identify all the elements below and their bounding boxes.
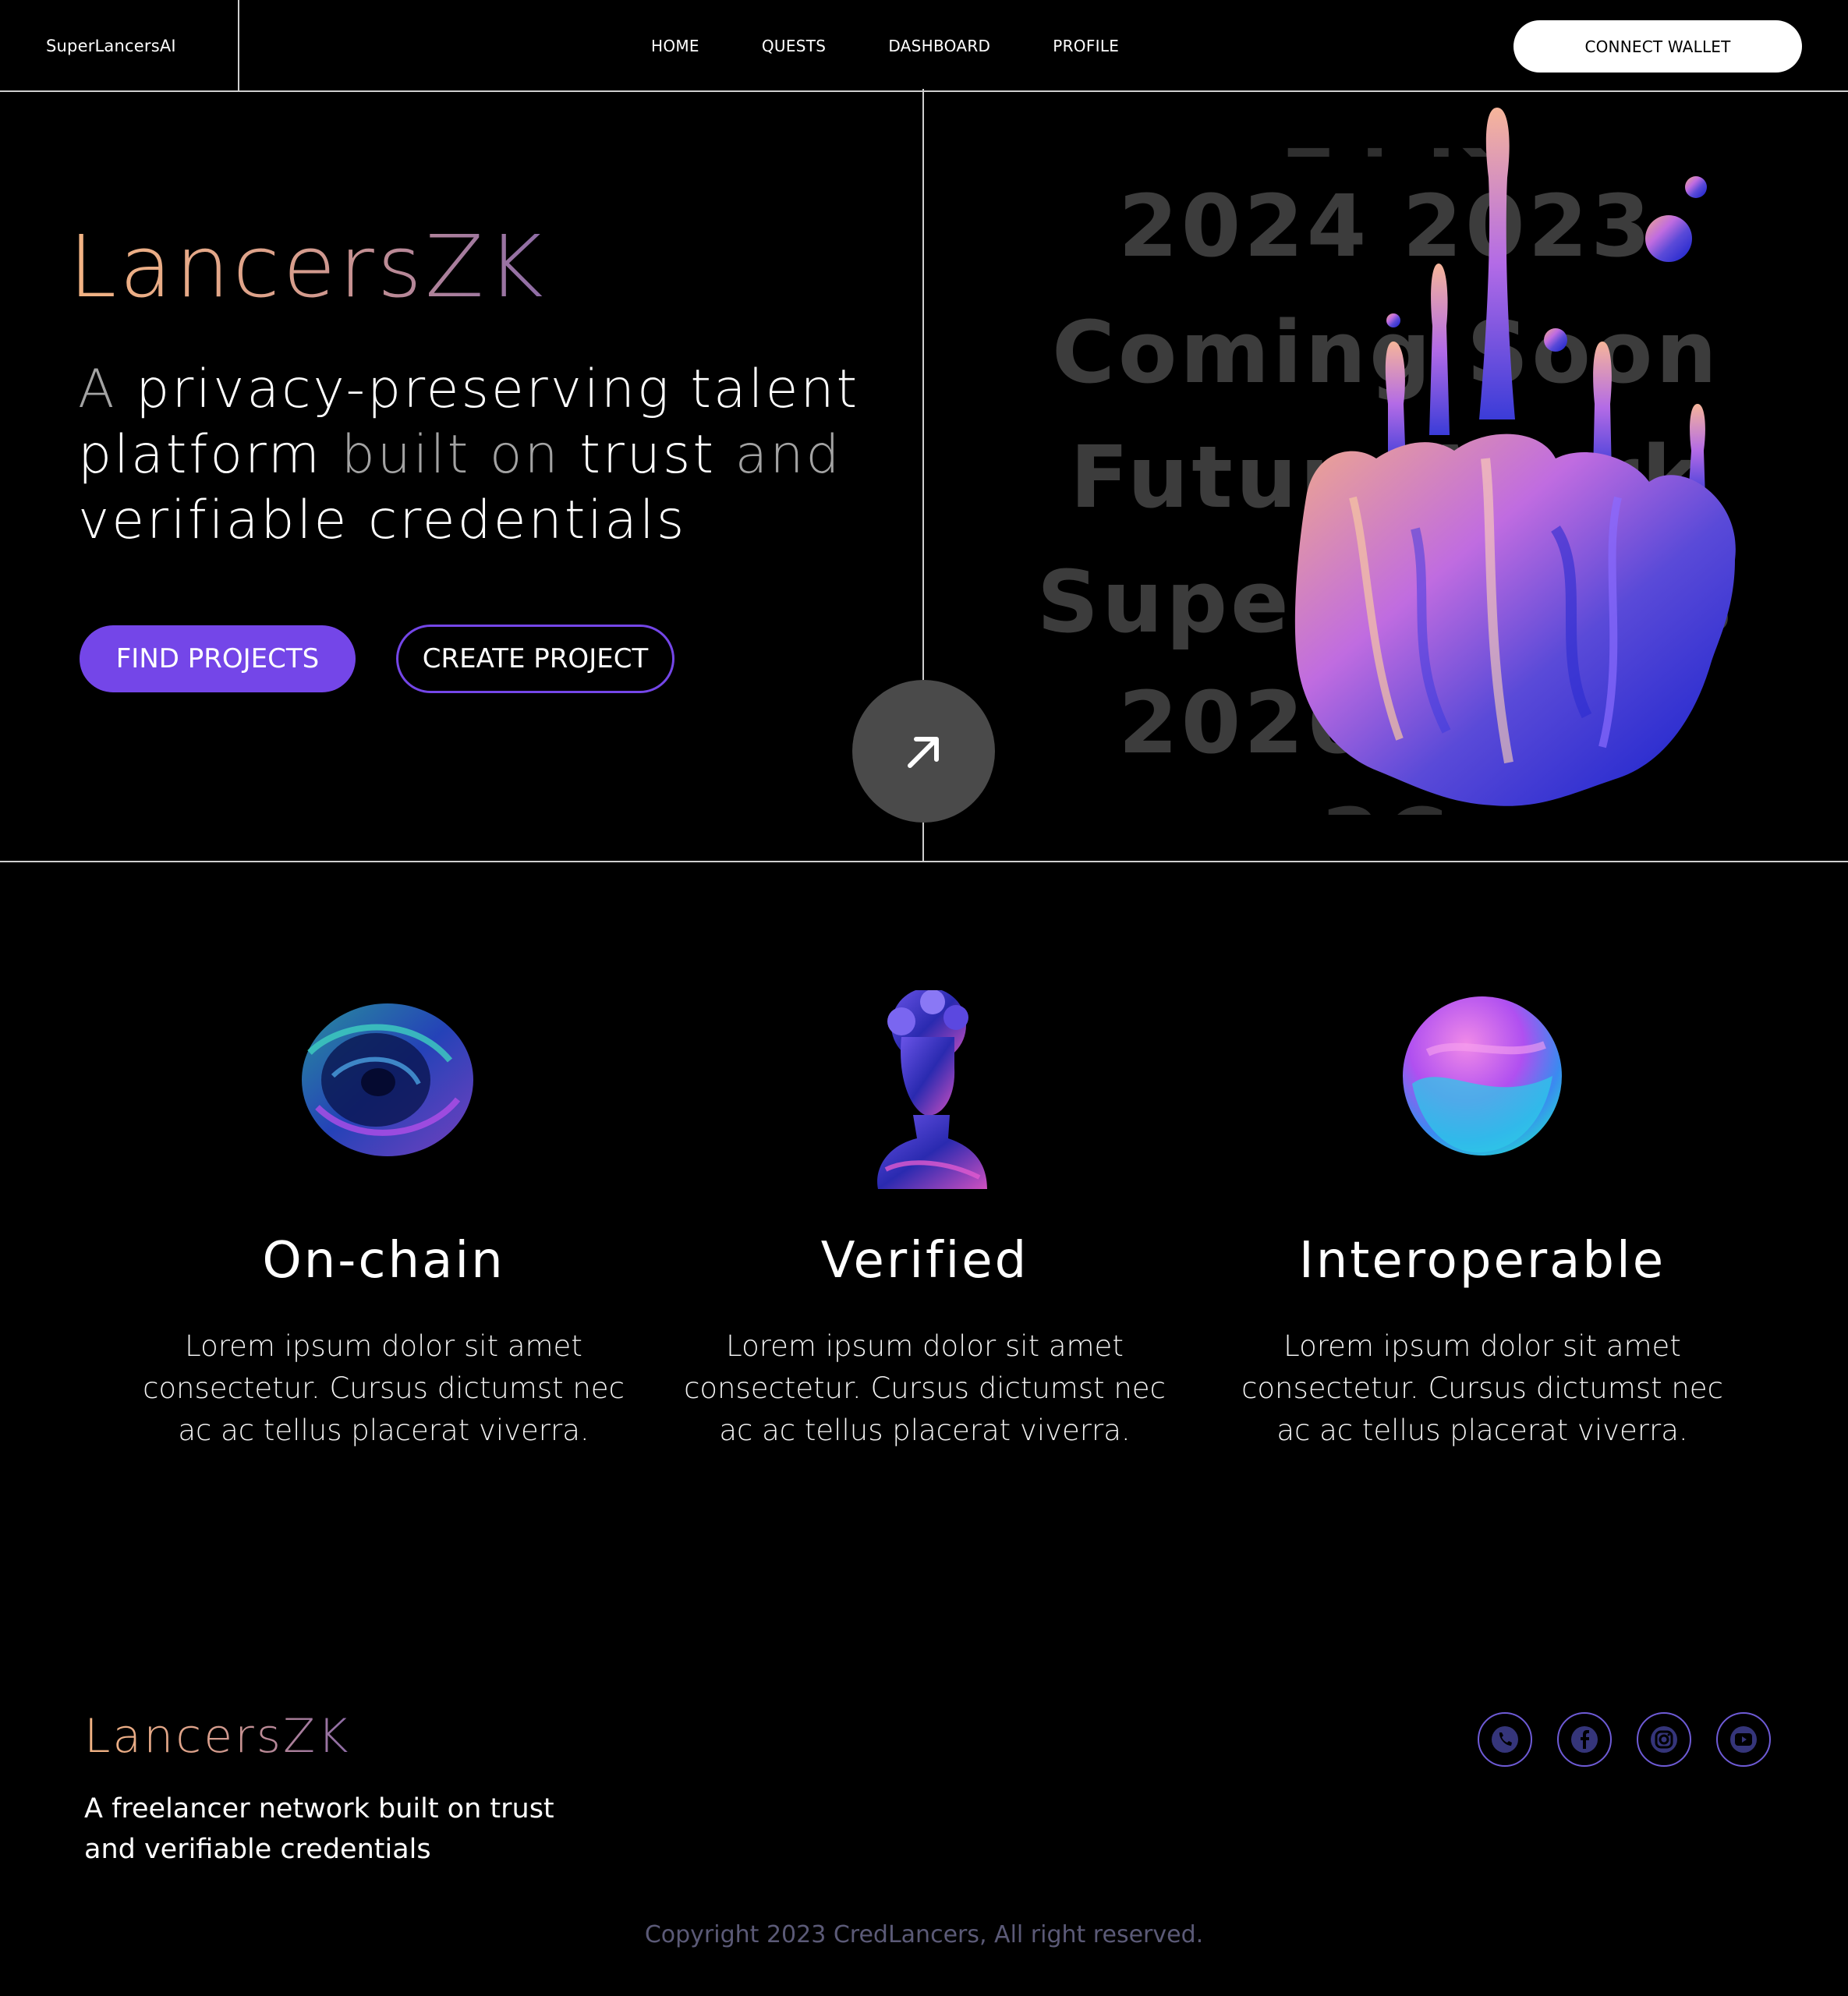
tagline-word: trust — [579, 424, 717, 486]
liquid-splash-image — [1294, 108, 1736, 806]
bust-icon — [675, 990, 1174, 1201]
tagline-word: A — [78, 359, 117, 420]
footer-logo: LancersZK — [84, 1709, 351, 1764]
nav-dashboard[interactable]: DASHBOARD — [888, 37, 990, 55]
arrow-up-right-icon — [907, 736, 939, 768]
create-project-button[interactable]: CREATE PROJECT — [396, 625, 674, 693]
torus-icon — [134, 990, 633, 1201]
instagram-icon — [1651, 1726, 1677, 1753]
tagline-word: and — [735, 424, 842, 486]
feature-body: Lorem ipsum dolor sit amet consectetur. … — [684, 1329, 1166, 1447]
hero-tagline: A privacy-preserving talent platform bui… — [78, 357, 920, 554]
tagline-word: verifiable credentials — [78, 490, 687, 551]
tagline-word: platform — [78, 424, 322, 486]
footer-tagline: A freelancer network built on trust and … — [84, 1793, 554, 1865]
nav-menu: HOME QUESTS DASHBOARD PROFILE — [624, 0, 1181, 92]
hero-section: LancersZK A privacy-preserving talent pl… — [0, 89, 1848, 862]
feature-card: On-chain Lorem ipsum dolor sit amet cons… — [134, 990, 633, 1447]
feature-body: Lorem ipsum dolor sit amet consectetur. … — [143, 1329, 625, 1447]
find-projects-button[interactable]: FIND PROJECTS — [80, 625, 356, 692]
youtube-link[interactable] — [1716, 1712, 1771, 1767]
feature-title: Interoperable — [1298, 1232, 1666, 1290]
next-arrow-button[interactable] — [852, 680, 995, 823]
nav-quests[interactable]: QUESTS — [762, 37, 826, 55]
social-links — [1478, 1712, 1796, 1767]
phone-link[interactable] — [1478, 1712, 1532, 1767]
instagram-link[interactable] — [1637, 1712, 1691, 1767]
phone-icon — [1492, 1726, 1518, 1753]
copyright-text: Copyright 2023 CredLancers, All right re… — [644, 1921, 1204, 1948]
facebook-icon — [1571, 1726, 1598, 1753]
feature-card: Verified Lorem ipsum dolor sit amet cons… — [675, 990, 1174, 1447]
hero-logo: LancersZK — [69, 217, 547, 317]
facebook-link[interactable] — [1557, 1712, 1612, 1767]
sphere-icon — [1233, 990, 1732, 1201]
nav-profile[interactable]: PROFILE — [1053, 37, 1119, 55]
tagline-word: privacy-preserving talent — [136, 359, 860, 420]
feature-title: Verified — [820, 1232, 1029, 1290]
feature-title: On-chain — [262, 1232, 505, 1290]
tagline-word: built on — [341, 424, 561, 486]
youtube-icon — [1730, 1726, 1757, 1753]
top-nav: SuperLancersAI HOME QUESTS DASHBOARD PRO… — [0, 0, 1848, 92]
hero-artwork: 24 K 2024 2023 Coming Soon Future Work S… — [924, 92, 1848, 861]
connect-wallet-button[interactable]: CONNECT WALLET — [1513, 20, 1802, 73]
feature-body: Lorem ipsum dolor sit amet consectetur. … — [1241, 1329, 1723, 1447]
feature-card: Interoperable Lorem ipsum dolor sit amet… — [1233, 990, 1732, 1447]
brand-name[interactable]: SuperLancersAI — [0, 0, 239, 92]
nav-home[interactable]: HOME — [651, 37, 699, 55]
